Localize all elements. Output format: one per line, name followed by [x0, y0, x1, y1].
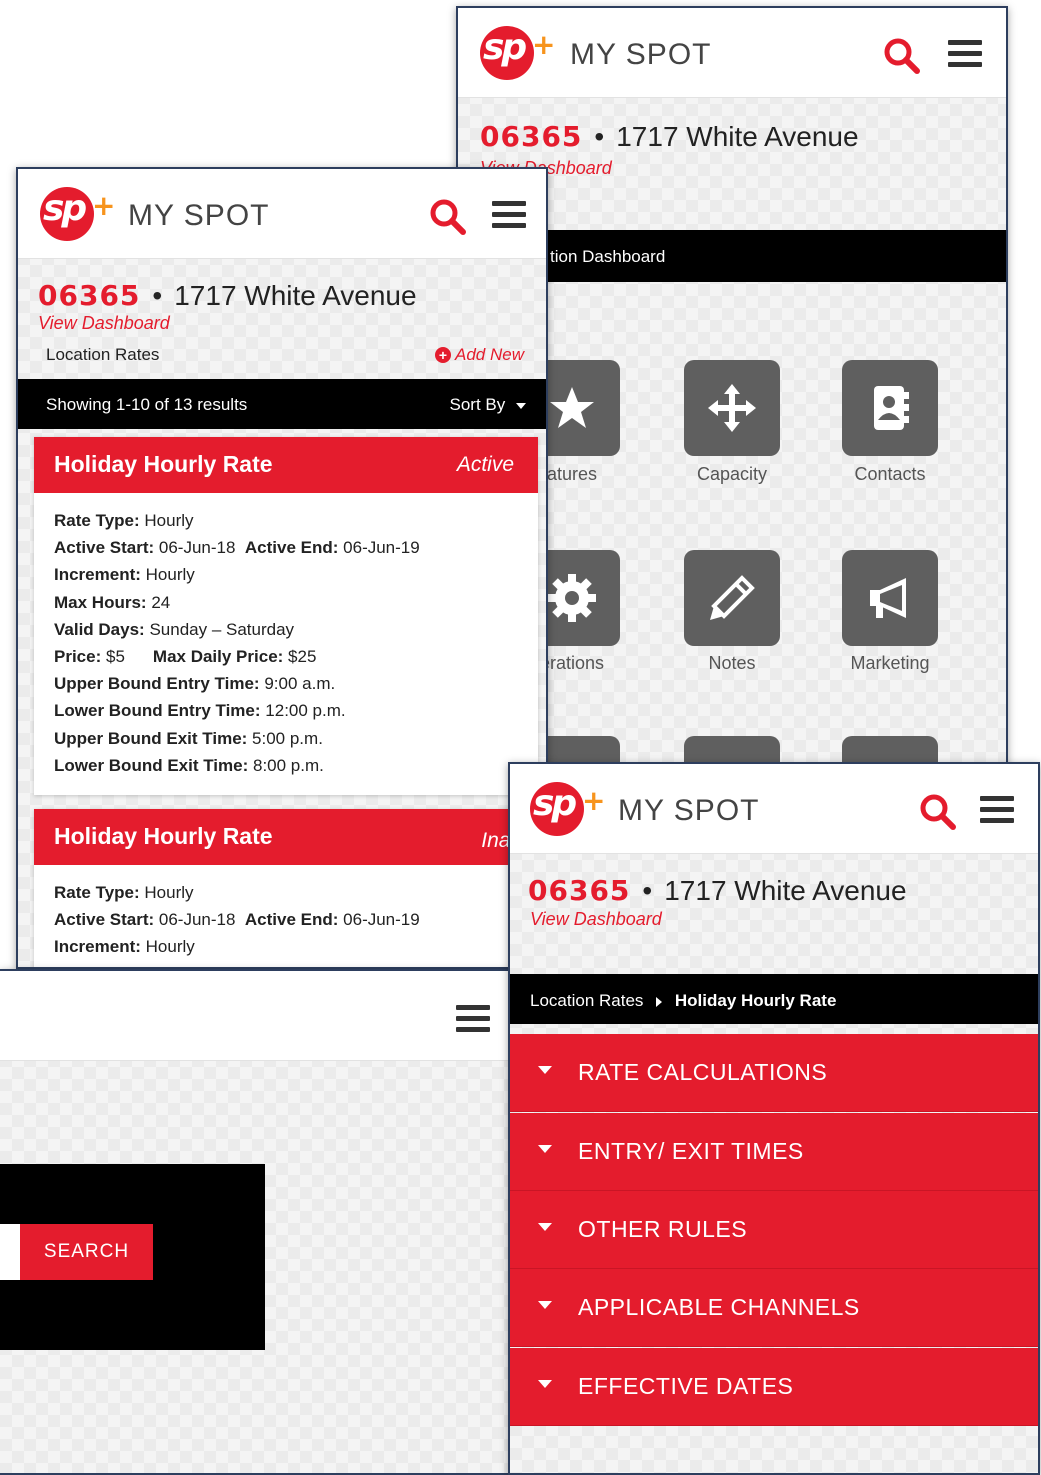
detail-row: Lower Bound Exit Time: 8:00 p.m. — [54, 755, 324, 775]
rate-card-header: Holiday Hourly Rate Active — [34, 437, 538, 493]
search-icon[interactable] — [428, 197, 468, 237]
sort-by-dropdown[interactable]: Sort By — [450, 395, 526, 415]
hamburger-menu-icon[interactable] — [492, 201, 526, 231]
rate-card-details: Rate Type: Hourly Active Start: 06-Jun-1… — [34, 865, 538, 967]
detail-row: Upper Bound Entry Time: 9:00 a.m. — [54, 674, 336, 694]
add-new-button[interactable]: + Add New — [435, 345, 524, 365]
detail-row: Price: $5 Max Daily Price: $25 — [54, 647, 317, 667]
tile-notes[interactable] — [684, 550, 780, 646]
brand-name: MY SPOT — [570, 38, 712, 71]
rate-card[interactable]: Holiday Hourly Rate Active Rate Type: Ho… — [34, 437, 538, 795]
app-header: sp + MY SPOT — [458, 8, 1006, 98]
gear-icon — [548, 574, 596, 622]
tile-contacts[interactable] — [842, 360, 938, 456]
detail-row: Rate Type: Hourly — [54, 511, 194, 530]
location-heading: 06365 • 1717 White Avenue — [38, 279, 417, 312]
megaphone-icon — [870, 578, 906, 618]
caret-down-icon — [538, 1223, 552, 1231]
sp-plus-logo[interactable]: sp + — [480, 24, 555, 80]
breadcrumb-parent[interactable]: Location Rates — [530, 991, 643, 1010]
tile-label-contacts: Contacts — [854, 464, 926, 484]
detail-row: Valid Days: Sunday – Saturday — [54, 619, 295, 639]
search-icon[interactable] — [882, 36, 922, 76]
tile-marketing[interactable] — [842, 550, 938, 646]
hamburger-menu-icon[interactable] — [980, 796, 1014, 826]
hamburger-menu-icon[interactable] — [456, 1005, 490, 1035]
sp-plus-logo[interactable]: sp + — [40, 185, 115, 241]
rate-card-title: Holiday Hourly Rate — [54, 451, 273, 477]
detail-row: Max Hours: 24 — [54, 592, 171, 612]
caret-down-icon — [516, 402, 526, 409]
detail-row: Increment: Hourly — [54, 937, 195, 957]
app-header: sp + MY SPOT — [510, 764, 1038, 854]
caret-down-icon — [538, 1145, 552, 1153]
app-header — [0, 971, 510, 1061]
location-code: 06365 — [528, 874, 631, 907]
brand-name: MY SPOT — [618, 794, 760, 827]
detail-row: Upper Bound Exit Time: 5:00 p.m. — [54, 728, 323, 748]
results-bar: Showing 1-10 of 13 results Sort By — [18, 379, 546, 429]
search-button[interactable]: SEARCH — [20, 1224, 153, 1280]
detail-row: Increment: Hourly — [54, 565, 195, 585]
address-book-icon — [874, 386, 909, 430]
hamburger-menu-icon[interactable] — [948, 40, 982, 70]
view-dashboard-link[interactable]: View Dashboard — [530, 909, 662, 930]
sp-plus-logo[interactable]: sp + — [530, 780, 605, 836]
detail-row: Rate Type: Hourly — [54, 883, 194, 902]
section-title: Location Rates — [46, 345, 160, 364]
search-screen: SEARCH — [0, 969, 512, 1475]
location-code: 06365 — [480, 120, 583, 153]
rate-card[interactable]: Holiday Hourly Rate Inactiv Rate Type: H… — [34, 809, 542, 967]
accordion-rate-calculations[interactable]: RATE CALCULATIONS — [510, 1034, 1038, 1112]
pencil-icon — [710, 575, 755, 620]
detail-row: Active Start: 06-Jun-18 Active End: 06-J… — [54, 538, 420, 558]
location-heading: 06365 • 1717 White Avenue — [528, 874, 907, 907]
rate-card-header: Holiday Hourly Rate Inactiv — [34, 809, 542, 865]
location-heading: 06365 • 1717 White Avenue — [480, 120, 859, 153]
accordion-applicable-channels[interactable]: APPLICABLE CHANNELS — [510, 1269, 1038, 1347]
caret-down-icon — [538, 1380, 552, 1388]
tile-label-marketing: Marketing — [850, 653, 930, 673]
tile-label-capacity: Capacity — [696, 464, 768, 484]
breadcrumb-current: Holiday Hourly Rate — [674, 991, 837, 1010]
rate-card-title: Holiday Hourly Rate — [54, 823, 273, 849]
location-code: 06365 — [38, 279, 141, 312]
detail-row: Lower Bound Entry Time: 12:00 p.m. — [54, 701, 346, 721]
star-icon — [550, 387, 594, 428]
caret-down-icon — [538, 1301, 552, 1309]
location-address: 1717 White Avenue — [174, 280, 417, 311]
accordion-effective-dates[interactable]: EFFECTIVE DATES — [510, 1348, 1038, 1426]
accordion-other-rules[interactable]: OTHER RULES — [510, 1191, 1038, 1269]
caret-down-icon — [538, 1066, 552, 1074]
app-header: sp + MY SPOT — [18, 169, 546, 259]
location-address: 1717 White Avenue — [616, 121, 859, 152]
detail-row: Active Start: 06-Jun-18 Active End: 06-J… — [54, 910, 420, 930]
move-arrows-icon — [708, 384, 756, 432]
brand-name: MY SPOT — [128, 199, 270, 232]
search-icon[interactable] — [918, 792, 958, 832]
location-address: 1717 White Avenue — [664, 875, 907, 906]
tile-capacity[interactable] — [684, 360, 780, 456]
rate-status: Active — [456, 453, 514, 476]
rates-list-screen: sp + MY SPOT 06365 • 1717 White Avenue View… — [16, 167, 548, 969]
breadcrumb: Location Rates Holiday Hourly Rate — [510, 974, 1038, 1024]
search-panel: SEARCH — [0, 1164, 265, 1350]
view-dashboard-link[interactable]: View Dashboard — [38, 313, 170, 334]
rate-detail-screen: sp + MY SPOT 06365 • 1717 White Avenue View… — [508, 762, 1040, 1475]
search-input[interactable] — [0, 1224, 20, 1280]
accordion-entry-exit-times[interactable]: ENTRY/ EXIT TIMES — [510, 1113, 1038, 1191]
plus-circle-icon: + — [435, 347, 452, 363]
caret-right-icon — [656, 996, 663, 1007]
tile-label-notes: Notes — [708, 653, 756, 673]
results-count: Showing 1-10 of 13 results — [46, 395, 248, 414]
rate-card-details: Rate Type: Hourly Active Start: 06-Jun-1… — [34, 493, 538, 789]
